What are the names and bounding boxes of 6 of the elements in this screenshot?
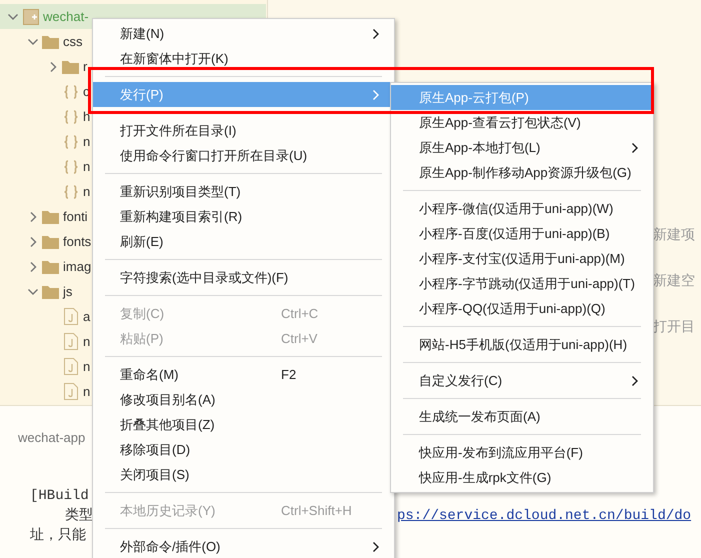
console-text: 址，只能 (30, 526, 86, 546)
hint-text: 新建空 (653, 272, 696, 289)
hint-text: 打开目 (653, 318, 696, 335)
hint-text: 新建项 (653, 226, 696, 243)
console-text: 类型 (65, 506, 93, 526)
console-text: [HBuild (30, 487, 89, 506)
